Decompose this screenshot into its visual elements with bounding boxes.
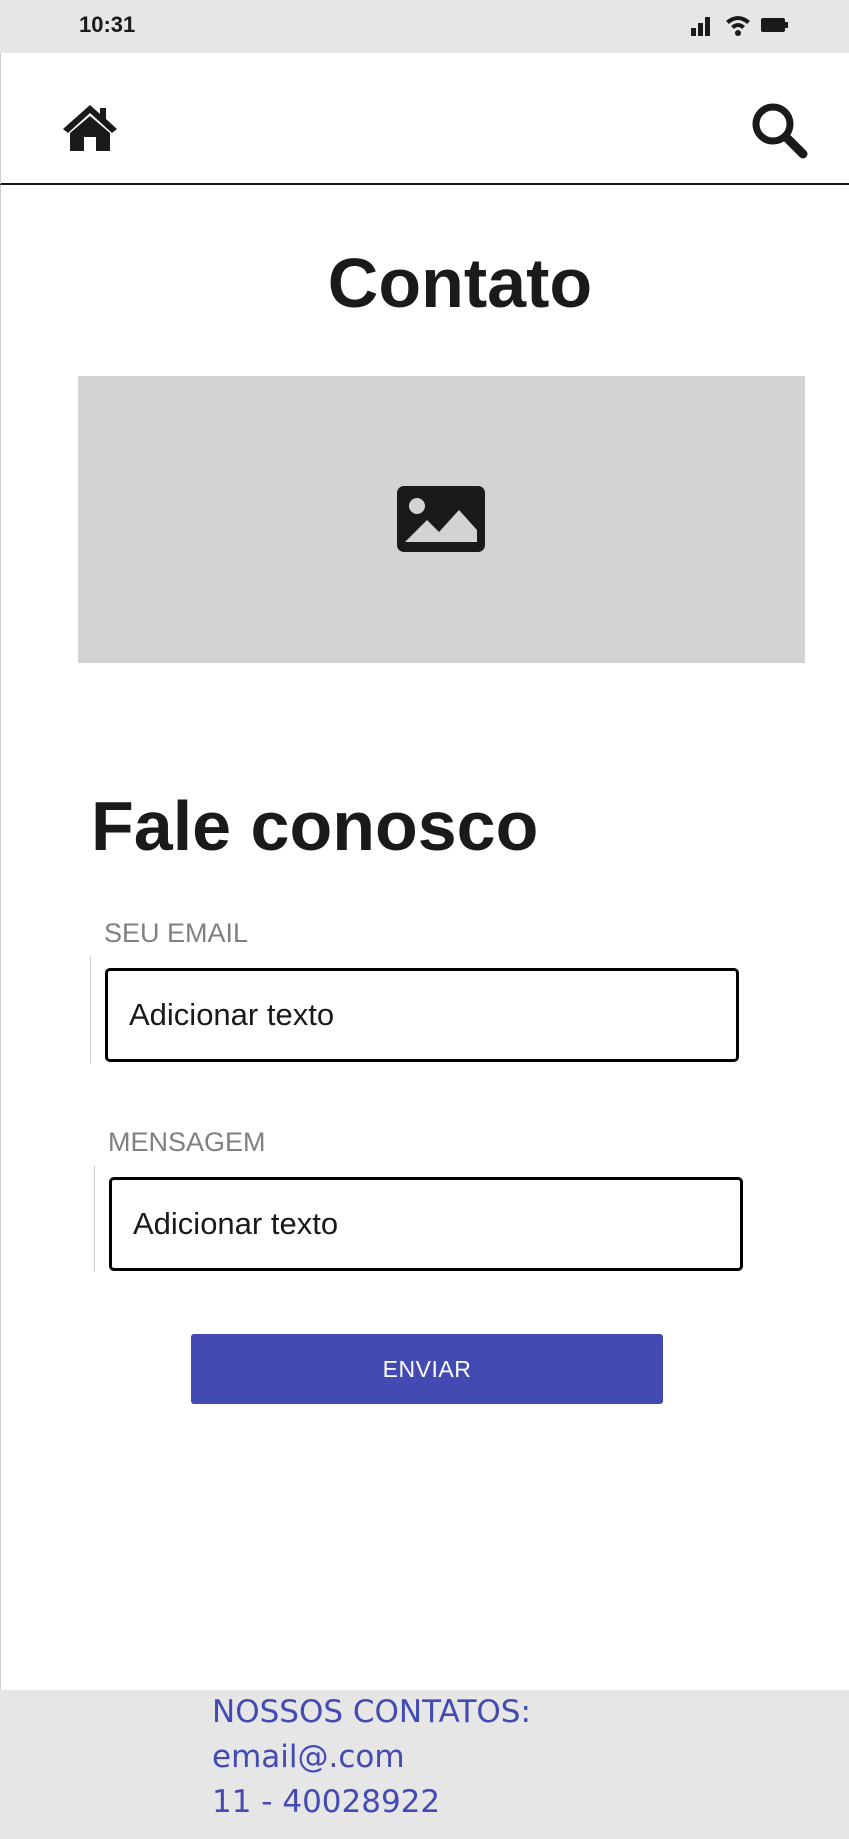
page-title: Contato xyxy=(327,244,593,322)
footer: NOSSOS CONTATOS: email@.com 11 - 4002892… xyxy=(0,1690,849,1839)
message-field[interactable]: Adicionar texto xyxy=(109,1177,743,1271)
search-icon[interactable] xyxy=(750,101,808,159)
battery-icon xyxy=(761,18,788,32)
status-icons xyxy=(691,14,789,36)
image-placeholder-icon xyxy=(397,486,485,552)
email-label: SEU EMAIL xyxy=(104,918,249,948)
email-field[interactable]: Adicionar texto xyxy=(105,968,739,1062)
signal-icon xyxy=(691,17,710,36)
send-button[interactable]: ENVIAR xyxy=(191,1334,663,1404)
wifi-icon xyxy=(726,16,750,36)
footer-heading: NOSSOS CONTATOS: xyxy=(212,1694,531,1730)
footer-email[interactable]: email@.com xyxy=(212,1735,531,1780)
message-label: MENSAGEM xyxy=(108,1127,266,1157)
hero-image-placeholder xyxy=(78,376,805,663)
status-time: 10:31 xyxy=(79,12,136,37)
form-heading: Fale conosco xyxy=(91,787,539,865)
footer-phone[interactable]: 11 - 40028922 xyxy=(212,1780,531,1825)
left-divider xyxy=(0,185,1,1690)
top-nav-bar xyxy=(0,53,849,185)
footer-contacts: NOSSOS CONTATOS: email@.com 11 - 4002892… xyxy=(212,1690,531,1825)
home-icon[interactable] xyxy=(61,103,119,153)
status-bar: 10:31 xyxy=(0,0,849,53)
